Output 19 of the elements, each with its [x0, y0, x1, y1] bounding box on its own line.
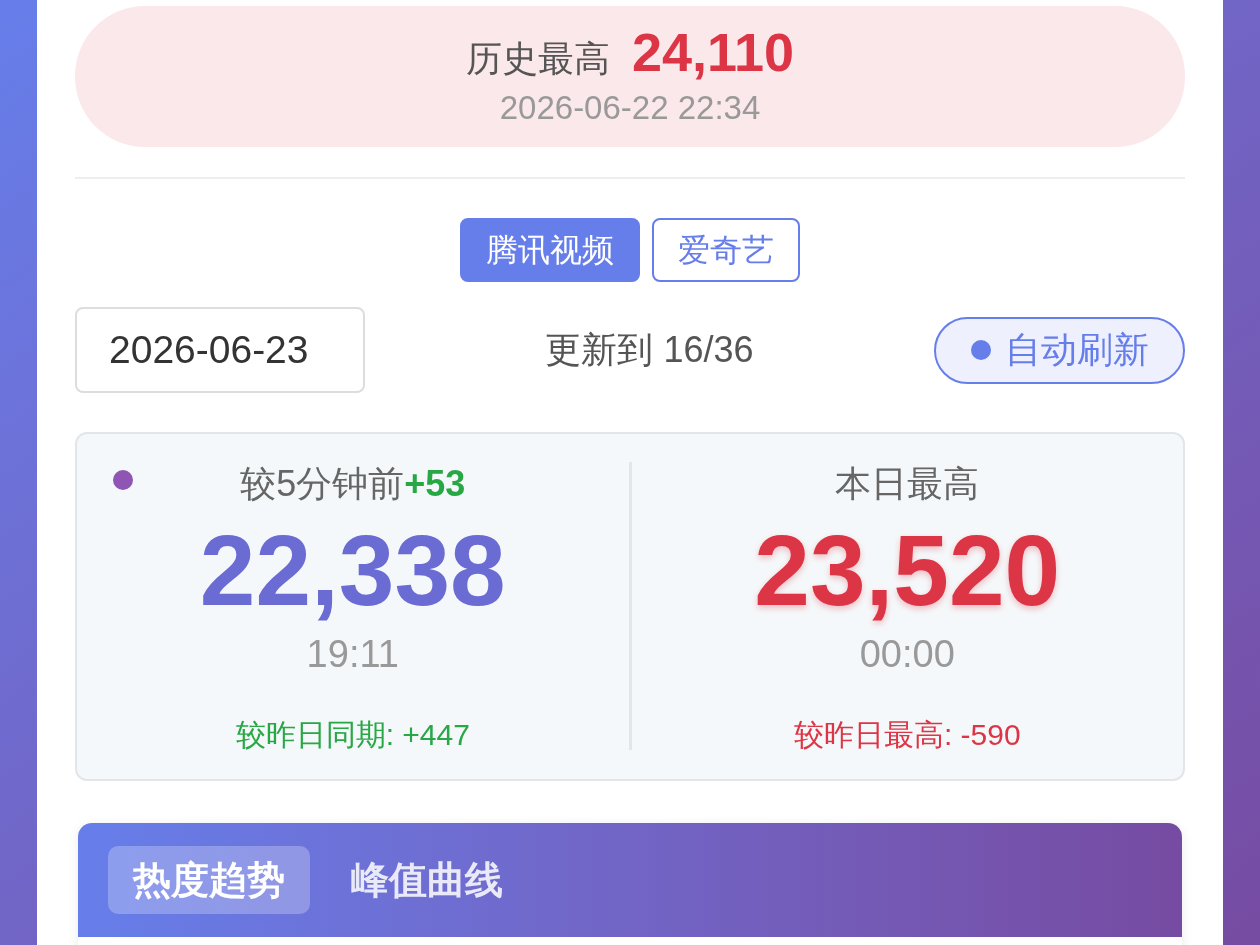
stat-value: 22,338: [199, 520, 506, 620]
platform-tab[interactable]: 爱奇艺: [652, 218, 800, 282]
record-label: 历史最高: [465, 37, 610, 81]
auto-refresh-toggle[interactable]: 自动刷新: [934, 316, 1185, 384]
stat-delta: +53: [404, 462, 466, 506]
stat-time: 00:00: [859, 632, 955, 677]
chart-tab[interactable]: 峰值曲线: [326, 846, 528, 914]
record-value: 24,110: [631, 24, 795, 80]
stat-comparison: 较昨日同期: +447: [235, 717, 470, 753]
stat-value: 23,520: [754, 520, 1061, 620]
record-time: 2026-06-22 22:34: [499, 88, 761, 128]
update-status: 更新到 16/36: [545, 328, 754, 372]
platform-tab[interactable]: 腾讯视频: [460, 218, 640, 282]
stat-title: 本日最高: [835, 462, 980, 506]
chart-tab[interactable]: 热度趋势: [108, 846, 310, 914]
date-field[interactable]: 2026-06-23: [75, 307, 365, 393]
stat-time: 19:11: [306, 632, 399, 677]
stat-title: 较5分钟前: [240, 462, 405, 506]
stat-comparison: 较昨日最高: -590: [793, 717, 1021, 753]
